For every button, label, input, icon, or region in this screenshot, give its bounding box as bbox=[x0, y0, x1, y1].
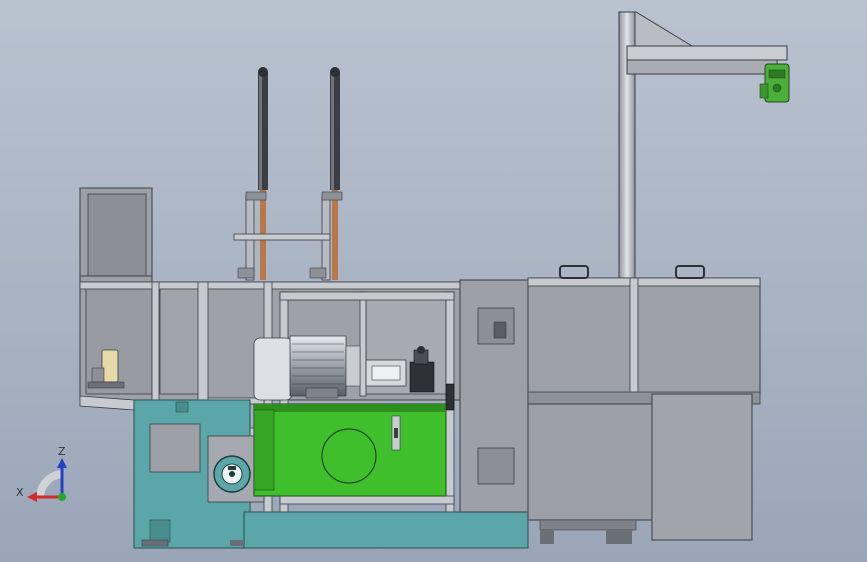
triad-z-label: Z bbox=[58, 445, 66, 458]
jib-arm-lower bbox=[626, 59, 778, 75]
electric-motor[interactable] bbox=[253, 335, 361, 401]
cad-viewport[interactable]: Z X bbox=[0, 0, 867, 562]
triad-x-label: X bbox=[16, 486, 24, 499]
door-handle[interactable] bbox=[445, 383, 455, 411]
jib-arm bbox=[626, 45, 788, 61]
far-right-enclosure[interactable] bbox=[527, 265, 761, 544]
left-upper-cabinet[interactable] bbox=[79, 187, 153, 283]
hydraulic-tank[interactable] bbox=[253, 403, 447, 497]
right-cabinet[interactable] bbox=[459, 279, 529, 513]
machine-assembly-view[interactable]: Z X bbox=[0, 0, 867, 562]
